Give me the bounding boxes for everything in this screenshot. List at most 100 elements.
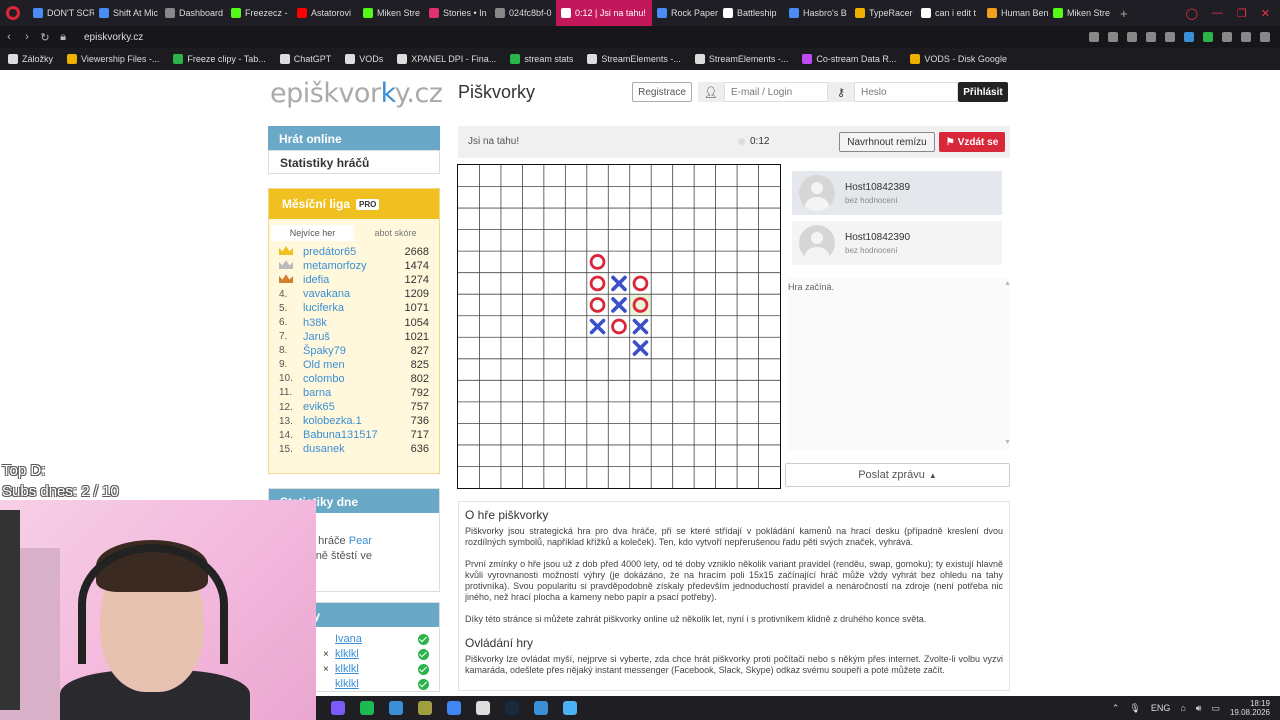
taskbar-app-icon[interactable] [360,701,374,715]
register-button[interactable]: Registrace [632,82,692,102]
league-player-link[interactable]: evik65 [303,401,411,413]
bookmark-item[interactable]: VODS - Disk Google [910,54,1007,64]
league-player-link[interactable]: barna [303,387,411,399]
minimize-icon[interactable]: — [1212,7,1223,20]
offer-draw-button[interactable]: Navrhnout remízu [839,132,935,152]
scroll-up-icon[interactable]: ▲ [1004,280,1011,287]
bookmark-item[interactable]: ChatGPT [279,54,331,64]
bookmark-item[interactable]: Viewership Files -... [67,54,159,64]
login-button[interactable]: Přihlásit [958,82,1008,102]
back-icon[interactable]: ‹ [0,31,18,43]
browser-tab[interactable]: Rock Paper [652,0,718,26]
bookmark-item[interactable]: Co-stream Data R... [802,54,896,64]
league-player-link[interactable]: Špaky79 [303,345,411,357]
bookmark-item[interactable]: Freeze clipy - Tab... [173,54,266,64]
player-link[interactable]: Pear [349,535,372,547]
league-player-link[interactable]: predátor65 [303,246,405,258]
league-player-link[interactable]: dusanek [303,443,411,455]
browser-tab[interactable]: 024fc8bf-0 [490,0,556,26]
taskbar-app-icon[interactable] [505,701,519,715]
bookmark-item[interactable]: XPANEL DPI - Fina... [397,54,496,64]
language-indicator[interactable]: ENG [1151,703,1171,713]
opera-logo-icon[interactable] [6,6,20,20]
tab-score[interactable]: abot skóre [354,225,437,241]
browser-tab[interactable]: Human Ben [982,0,1048,26]
download-icon[interactable] [1241,32,1251,42]
extensions-icon[interactable] [1222,32,1232,42]
browser-tab[interactable]: TypeRacer [850,0,916,26]
reload-icon[interactable]: ↻ [36,31,54,44]
extension-blue-icon[interactable] [1184,32,1194,42]
battery-icon[interactable]: ▭ [1211,703,1220,714]
bookmark-item[interactable]: stream stats [510,54,573,64]
league-player-link[interactable]: Jaruš [303,331,405,343]
url-field[interactable]: episkvorky.cz [84,32,143,43]
camera-icon[interactable] [1108,32,1118,42]
password-input[interactable] [854,82,958,102]
clock[interactable]: 18:19 19.08.2026 [1230,699,1270,717]
scroll-down-icon[interactable]: ▼ [1004,439,1011,446]
extension-green-icon[interactable] [1203,32,1213,42]
send-message-button[interactable]: Poslat zprávu ▲ [785,463,1010,487]
chat-scrollbar[interactable]: ▲ ▼ [1004,280,1011,446]
close-window-icon[interactable]: ✕ [1261,7,1270,20]
bookmark-icon[interactable] [1165,32,1175,42]
tab-most-games[interactable]: Nejvíce her [271,225,354,241]
board-grid[interactable] [458,165,780,488]
bookmark-item[interactable]: VODs [345,54,383,64]
game-board[interactable] [457,164,781,489]
recent-player-link[interactable]: klklkl [335,678,418,690]
translate-icon[interactable] [1146,32,1156,42]
recent-player-link[interactable]: Ivana [335,633,418,645]
bookmark-item[interactable]: Záložky [8,54,53,64]
taskbar-app-icon[interactable] [476,701,490,715]
taskbar-app-icon[interactable] [418,701,432,715]
play-online-link[interactable]: Hrát online [268,126,440,150]
browser-tab[interactable]: Shift At Mic [94,0,160,26]
browser-tab[interactable]: 0:12 | Jsi na tahu! [556,0,652,26]
network-icon[interactable]: ⌂ [1180,703,1185,713]
bookmark-item[interactable]: StreamElements -... [587,54,681,64]
taskbar-app-icon[interactable] [389,701,403,715]
league-player-link[interactable]: idefia [303,274,405,286]
browser-tab[interactable]: Hasbro's B [784,0,850,26]
league-player-link[interactable]: Babuna131517 [303,429,411,441]
new-tab-icon[interactable]: + [1120,6,1128,21]
league-player-link[interactable]: h38k [303,317,405,329]
volume-icon[interactable]: 🔊︎ [1196,703,1202,714]
player-name[interactable]: Host10842390 [845,232,910,243]
menu-icon[interactable] [1260,32,1270,42]
browser-tab[interactable]: Freezecz - [226,0,292,26]
league-player-link[interactable]: Old men [303,359,411,371]
taskbar-app-icon[interactable] [447,701,461,715]
microphone-icon[interactable]: 🎙︎ [1129,703,1140,714]
browser-tab[interactable]: can i edit t [916,0,982,26]
pin-icon[interactable] [1089,32,1099,42]
chevron-up-icon[interactable]: ⌃ [1112,703,1120,714]
forward-icon[interactable]: › [18,31,36,43]
player-stats-link[interactable]: Statistiky hráčů [268,150,440,174]
browser-tab[interactable]: Stories • In [424,0,490,26]
chat-log[interactable]: Hra začíná. ▲ ▼ [788,278,1011,450]
maximize-icon[interactable]: ❐ [1237,7,1247,20]
league-player-link[interactable]: colombo [303,373,411,385]
bookmark-item[interactable]: StreamElements -... [694,54,788,64]
browser-tab[interactable]: DON'T SCR [28,0,94,26]
league-player-link[interactable]: kolobezka.1 [303,415,411,427]
browser-tab[interactable]: Astatorovi [292,0,358,26]
browser-tab[interactable]: Dashboard [160,0,226,26]
browser-tab[interactable]: Miken Stre [1048,0,1114,26]
taskbar-app-icon[interactable] [563,701,577,715]
taskbar-app-icon[interactable] [331,701,345,715]
search-tabs-icon[interactable]: ◯ [1186,7,1198,20]
recent-player-link[interactable]: klklkl [335,648,418,660]
browser-tab[interactable]: Battleship [718,0,784,26]
player-name[interactable]: Host10842389 [845,182,910,193]
shield-icon[interactable] [1127,32,1137,42]
league-player-link[interactable]: luciferka [303,302,405,314]
recent-player-link[interactable]: klklkl [335,663,418,675]
resign-button[interactable]: ⚑ Vzdát se [939,132,1005,152]
email-input[interactable] [724,82,828,102]
browser-tab[interactable]: Miken Stre [358,0,424,26]
league-player-link[interactable]: vavakana [303,288,405,300]
